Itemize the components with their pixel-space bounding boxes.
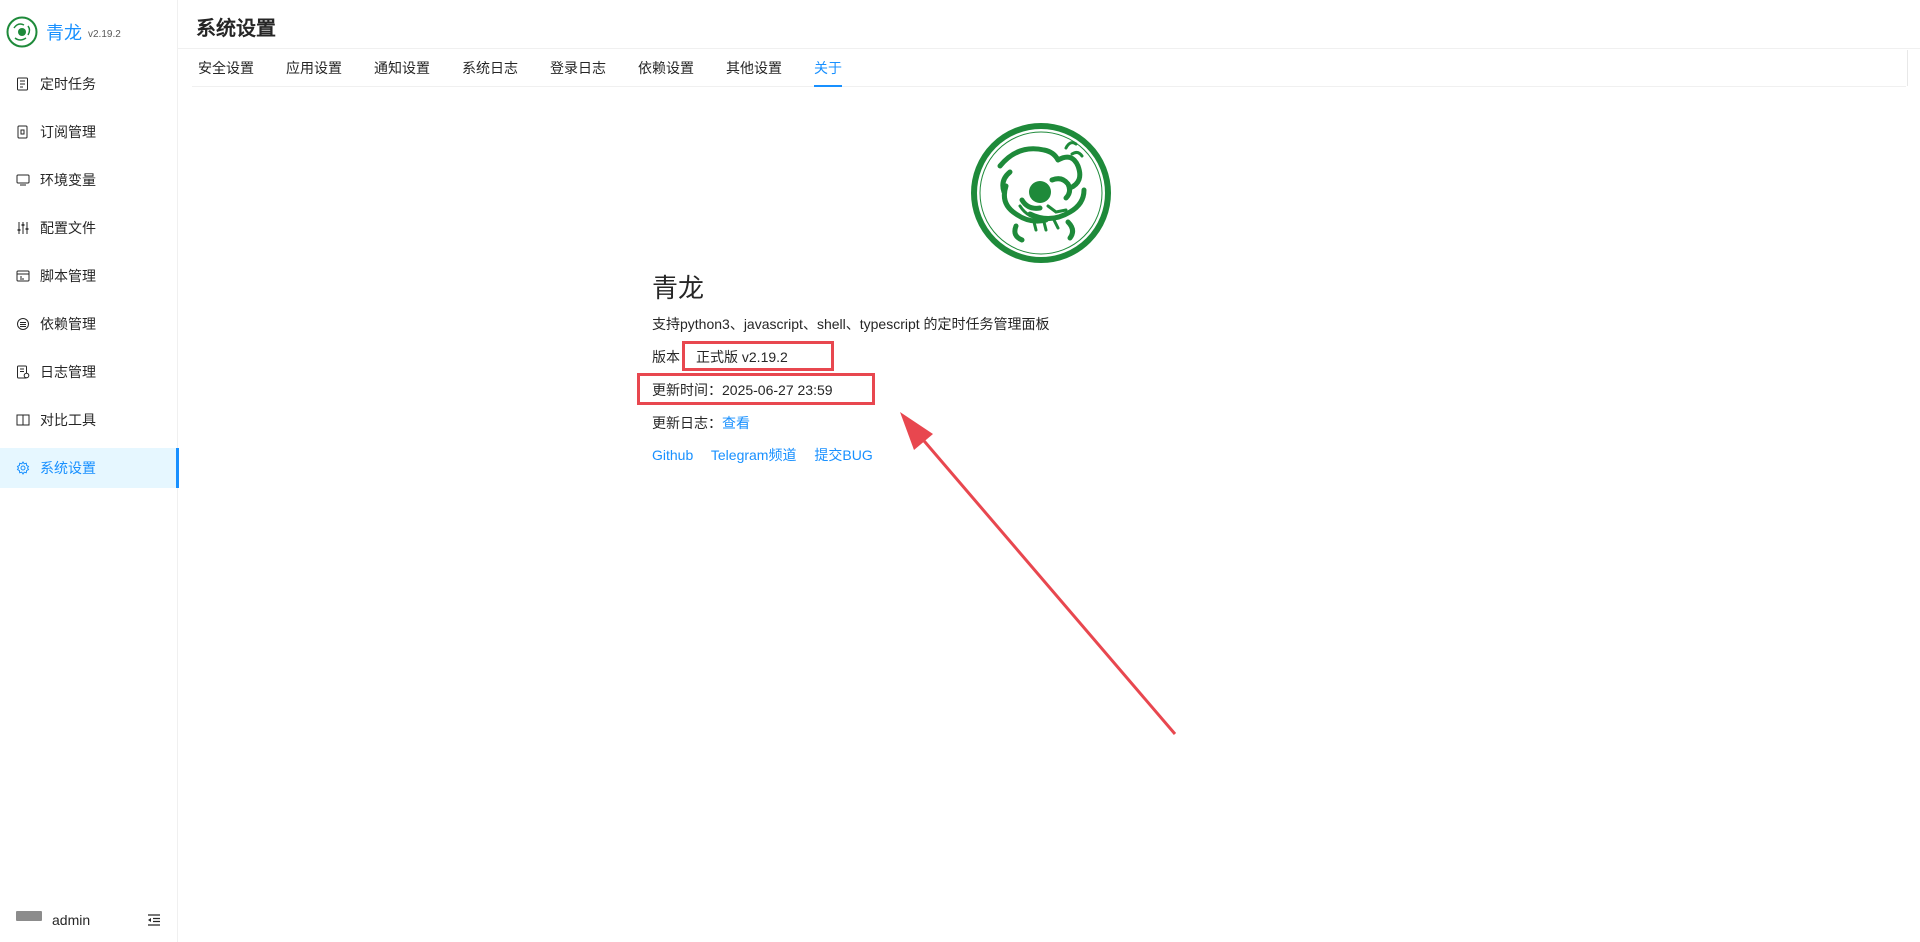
tabs-scroll-edge	[1907, 50, 1908, 86]
sidebar-item-label: 系统设置	[40, 460, 96, 476]
tab-dependence[interactable]: 依赖设置	[638, 50, 694, 86]
sidebar: 青龙 v2.19.2 定时任务 订阅管理 环境变量 配置文件 脚本管理 依赖管理	[0, 0, 179, 942]
sidebar-item-diff[interactable]: 对比工具	[0, 400, 178, 440]
subscription-icon	[17, 125, 28, 139]
sidebar-footer: admin	[0, 898, 178, 942]
qinglong-logo	[6, 16, 38, 48]
menu-fold-icon[interactable]	[146, 912, 162, 928]
tab-other[interactable]: 其他设置	[726, 50, 782, 86]
sidebar-item-label: 配置文件	[40, 220, 96, 236]
about-description: 支持python3、javascript、shell、typescript 的定…	[652, 316, 1050, 332]
about-title: 青龙	[652, 273, 705, 303]
sidebar-item-label: 环境变量	[40, 172, 96, 188]
github-link[interactable]: Github	[652, 447, 693, 463]
changelog-link[interactable]: 查看	[722, 415, 750, 431]
tab-system-log[interactable]: 系统日志	[462, 50, 518, 86]
sidebar-item-settings[interactable]: 系统设置	[0, 448, 179, 488]
script-icon	[16, 270, 30, 282]
report-bug-link[interactable]: 提交BUG	[814, 447, 872, 463]
about-links: Github Telegram频道 提交BUG	[652, 445, 887, 465]
tab-security[interactable]: 安全设置	[198, 50, 254, 86]
changelog-label: 更新日志：	[652, 415, 722, 431]
tab-about[interactable]: 关于	[814, 50, 842, 87]
title-divider	[178, 48, 1920, 49]
updated-highlight-box	[637, 373, 875, 405]
task-list-icon	[17, 77, 28, 91]
qinglong-dragon-logo	[971, 123, 1111, 263]
sidebar-item-label: 定时任务	[40, 76, 96, 92]
monitor-icon	[16, 174, 30, 186]
sidebar-item-script[interactable]: 脚本管理	[0, 256, 178, 296]
brand[interactable]: 青龙 v2.19.2	[6, 14, 121, 50]
sidebar-item-dependence[interactable]: 依赖管理	[0, 304, 178, 344]
sidebar-menu: 定时任务 订阅管理 环境变量 配置文件 脚本管理 依赖管理 日志管理 对比工具	[0, 64, 179, 496]
sidebar-item-env[interactable]: 环境变量	[0, 160, 178, 200]
sidebar-item-subscription[interactable]: 订阅管理	[0, 112, 178, 152]
avatar[interactable]	[16, 911, 42, 921]
sidebar-item-cron[interactable]: 定时任务	[0, 64, 178, 104]
diff-icon	[16, 414, 30, 426]
changelog-row: 更新日志：查看	[652, 413, 750, 433]
sliders-icon	[17, 222, 29, 234]
app-version: v2.19.2	[88, 28, 121, 40]
tab-login-log[interactable]: 登录日志	[550, 50, 606, 86]
sidebar-item-label: 依赖管理	[40, 316, 96, 332]
log-icon	[17, 365, 30, 379]
sidebar-item-label: 脚本管理	[40, 268, 96, 284]
page-title: 系统设置	[196, 18, 276, 40]
package-icon	[17, 318, 29, 330]
version-highlight-box	[682, 341, 834, 371]
app-name: 青龙	[46, 23, 82, 43]
tab-app[interactable]: 应用设置	[286, 50, 342, 86]
sidebar-item-label: 对比工具	[40, 412, 96, 428]
sidebar-item-config[interactable]: 配置文件	[0, 208, 178, 248]
sidebar-item-label: 订阅管理	[40, 124, 96, 140]
gear-icon	[16, 461, 30, 475]
sidebar-item-label: 日志管理	[40, 364, 96, 380]
telegram-link[interactable]: Telegram频道	[711, 447, 797, 463]
sidebar-item-log[interactable]: 日志管理	[0, 352, 178, 392]
settings-tabs: 安全设置 应用设置 通知设置 系统日志 登录日志 依赖设置 其他设置 关于	[192, 50, 1906, 87]
tab-notification[interactable]: 通知设置	[374, 50, 430, 86]
user-name[interactable]: admin	[52, 912, 146, 928]
